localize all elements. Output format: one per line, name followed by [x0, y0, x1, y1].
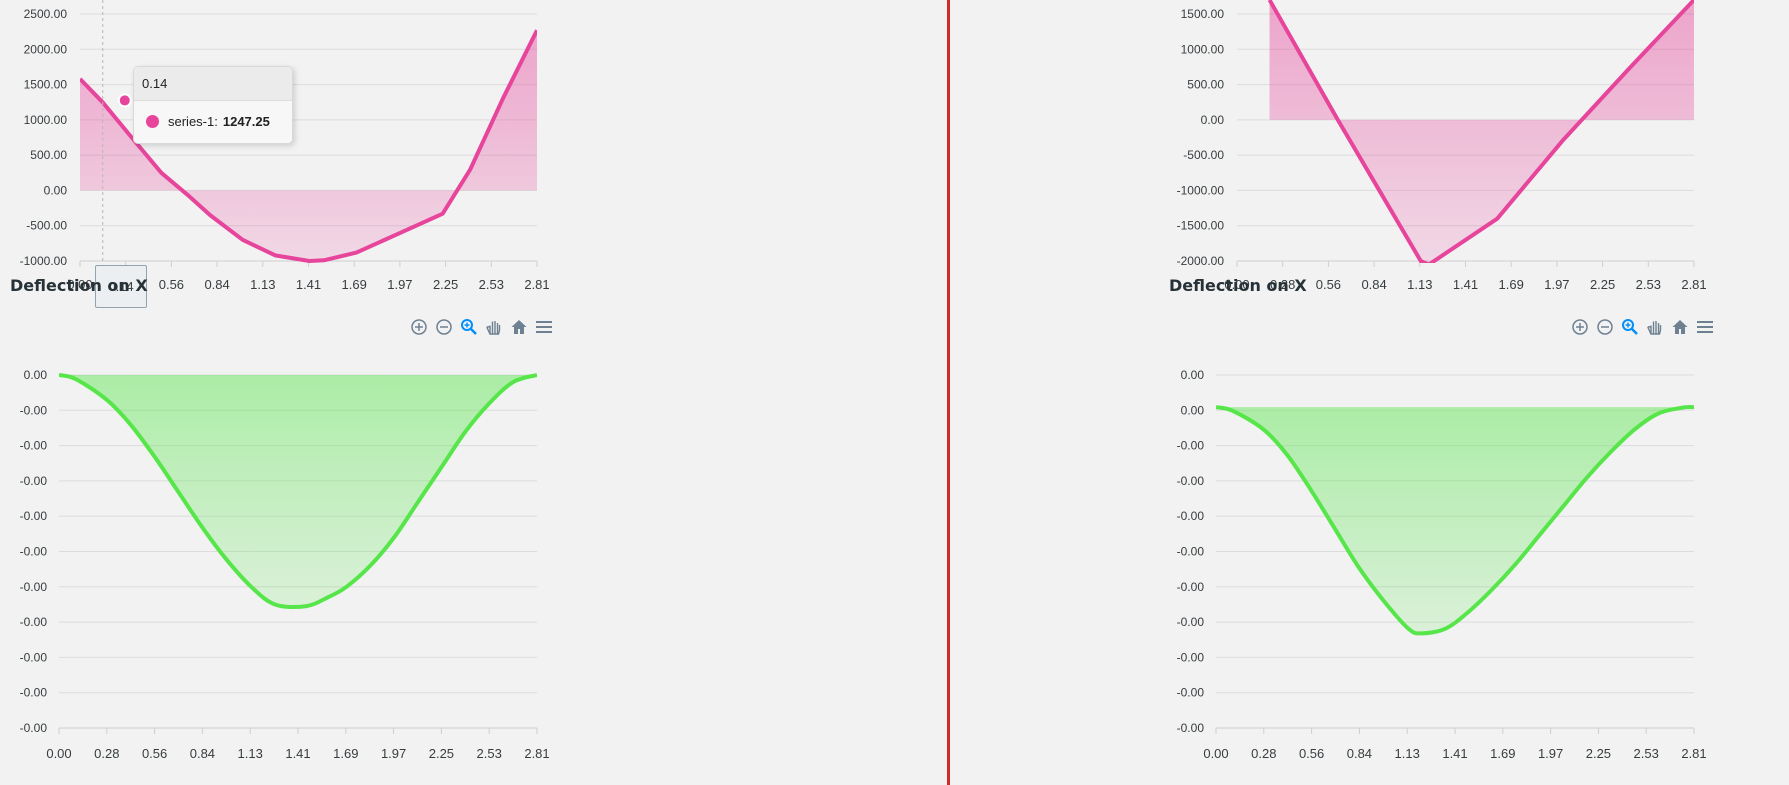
- y-tick-label: 0.00: [1181, 403, 1205, 417]
- x-tick-label: 0.84: [190, 746, 215, 761]
- x-tick-label: 1.97: [381, 746, 406, 761]
- y-tick-label: 0.00: [1181, 368, 1205, 382]
- y-tick-label: -0.00: [20, 580, 48, 594]
- x-tick-label: 2.53: [1634, 746, 1659, 761]
- right-panel: 1500.00 1000.00 500.00 0.00 -500.00 -1000.00 -…: [1157, 0, 1789, 785]
- series-area: [59, 375, 537, 608]
- y-tick-label: -0.00: [20, 403, 48, 417]
- tooltip-series-label: series-1:: [168, 113, 218, 129]
- y-tick-label: -500.00: [1183, 148, 1224, 162]
- x-tick-label: 1.69: [333, 746, 358, 761]
- y-tick-label: -1500.00: [1177, 219, 1225, 233]
- y-tick-label: -2000.00: [1177, 254, 1225, 268]
- y-tick-label: -0.00: [1177, 474, 1205, 488]
- chart-title-right: Deflection on X: [1169, 276, 1307, 295]
- x-tick-label: 0.28: [94, 746, 119, 761]
- chart-title-left: Deflection on X: [10, 276, 148, 295]
- y-tick-label: -0.00: [1177, 686, 1205, 700]
- x-tick-label: 2.53: [479, 277, 504, 292]
- x-tick-label: 1.41: [296, 277, 321, 292]
- series-area: [80, 30, 537, 261]
- x-tick-label: 2.81: [524, 277, 549, 292]
- y-tick-label: -1000.00: [20, 254, 68, 268]
- series-marker-icon: [146, 114, 159, 128]
- x-tick-label: 1.41: [1442, 746, 1467, 761]
- y-tick-label: 0.00: [24, 368, 48, 382]
- x-tick-label: 0.56: [1316, 277, 1341, 292]
- deflection-chart-right: 0.00 0.00 -0.00 -0.00 -0.00 -0.00 -0.00 -0.00 -0…: [1177, 368, 1707, 761]
- series-area: [1269, 0, 1694, 263]
- x-tick-label: 2.25: [1586, 746, 1611, 761]
- x-tick-label: 0.84: [204, 277, 229, 292]
- y-tick-label: -0.00: [1177, 545, 1205, 559]
- y-tick-label: -0.00: [20, 509, 48, 523]
- y-tick-label: 500.00: [1187, 78, 1224, 92]
- x-tick-label: 2.53: [477, 746, 502, 761]
- x-tick-label: 0.56: [159, 277, 184, 292]
- hover-tooltip: 0.14 series-1: 1247.25: [133, 66, 293, 144]
- x-tick-label: 1.69: [1490, 746, 1515, 761]
- y-tick-label: -0.00: [1177, 509, 1205, 523]
- x-tick-label: 0.84: [1361, 277, 1386, 292]
- y-tick-label: 2500.00: [24, 7, 68, 21]
- y-tick-label: -0.00: [1177, 650, 1205, 664]
- x-tick-label: 0.00: [46, 746, 71, 761]
- x-tick-label: 1.41: [285, 746, 310, 761]
- y-tick-label: 1500.00: [1181, 7, 1225, 21]
- panel-divider: [947, 0, 950, 785]
- y-tick-label: -0.00: [1177, 721, 1205, 735]
- y-tick-label: -1000.00: [1177, 183, 1225, 197]
- y-tick-label: -0.00: [20, 650, 48, 664]
- left-panel: 2500.00 2000.00 1500.00 1000.00 500.00 0.00 -5…: [0, 0, 940, 785]
- x-tick-label: 1.41: [1453, 277, 1478, 292]
- hover-marker: [117, 93, 132, 108]
- y-tick-label: -0.00: [1177, 439, 1205, 453]
- y-tick-label: -0.00: [20, 545, 48, 559]
- y-tick-label: 0.00: [1201, 113, 1225, 127]
- y-tick-label: 0.00: [44, 183, 68, 197]
- y-tick-label: -0.00: [20, 686, 48, 700]
- x-tick-label: 2.25: [1590, 277, 1615, 292]
- y-tick-label: 1500.00: [24, 78, 68, 92]
- x-tick-label: 1.69: [1499, 277, 1524, 292]
- x-tick-label: 1.97: [1538, 746, 1563, 761]
- x-tick-label: 1.69: [342, 277, 367, 292]
- y-tick-label: -0.00: [20, 439, 48, 453]
- x-tick-label: 2.81: [524, 746, 549, 761]
- x-tick-label: 1.97: [1544, 277, 1569, 292]
- y-tick-label: -0.00: [20, 474, 48, 488]
- tooltip-value: 1247.25: [222, 113, 270, 129]
- x-tick-label: 2.25: [429, 746, 454, 761]
- x-tick-label: 2.25: [433, 277, 458, 292]
- y-tick-label: 1000.00: [1181, 42, 1225, 56]
- x-tick-label: 1.13: [238, 746, 263, 761]
- y-tick-label: -0.00: [20, 615, 48, 629]
- y-tick-label: -0.00: [20, 721, 48, 735]
- x-tick-label: 0.28: [1251, 746, 1276, 761]
- x-tick-label: 0.56: [1299, 746, 1324, 761]
- y-tick-label: -0.00: [1177, 615, 1205, 629]
- x-tick-label: 0.00: [1203, 746, 1228, 761]
- y-tick-label: 2000.00: [24, 42, 68, 56]
- y-tick-label: -500.00: [26, 219, 67, 233]
- x-tick-label: 2.81: [1681, 277, 1706, 292]
- x-tick-label: 2.81: [1681, 746, 1706, 761]
- x-tick-label: 0.56: [142, 746, 167, 761]
- deflection-chart-left: 0.00 -0.00 -0.00 -0.00 -0.00 -0.00 -0.00 -0.00 -…: [20, 368, 550, 761]
- moment-chart-right: 1500.00 1000.00 500.00 0.00 -500.00 -1000.00 -…: [1177, 0, 1707, 292]
- x-tick-label: 1.13: [1395, 746, 1420, 761]
- x-tick-label: 1.97: [387, 277, 412, 292]
- x-tick-label: 0.84: [1347, 746, 1372, 761]
- tooltip-title: 0.14: [134, 67, 292, 101]
- x-tick-label: 1.13: [1407, 277, 1432, 292]
- x-tick-label: 2.53: [1636, 277, 1661, 292]
- y-tick-label: -0.00: [1177, 580, 1205, 594]
- x-tick-label: 1.13: [250, 277, 275, 292]
- y-tick-label: 500.00: [30, 148, 67, 162]
- y-tick-label: 1000.00: [24, 113, 68, 127]
